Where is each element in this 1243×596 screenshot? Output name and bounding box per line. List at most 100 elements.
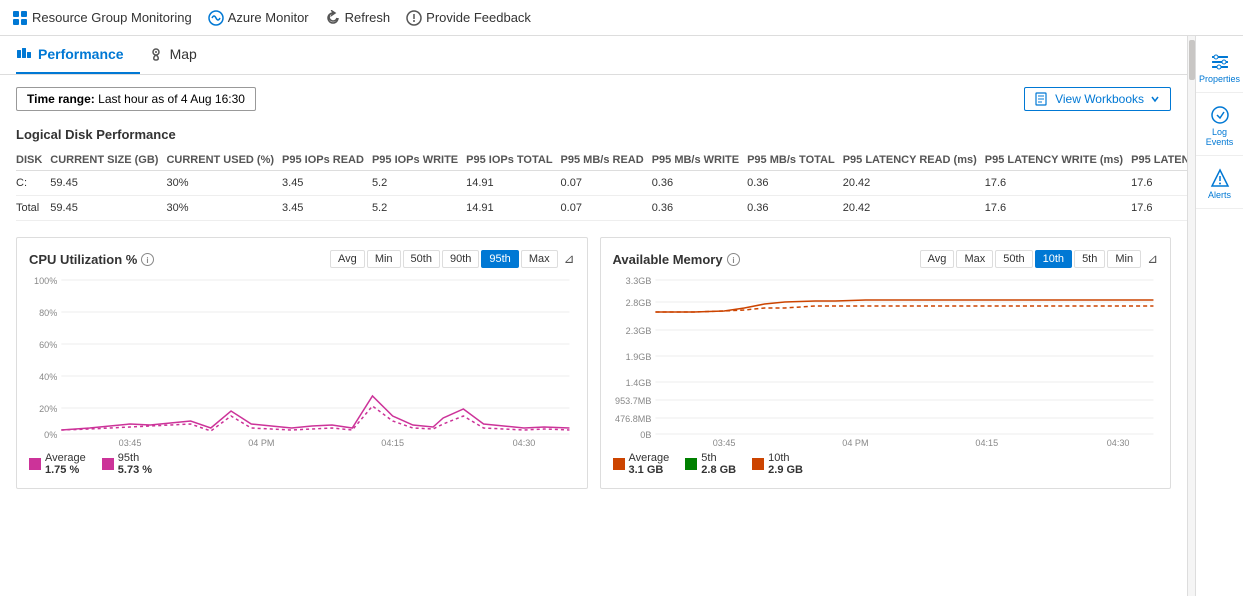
mem-legend-5th-color [685,458,697,470]
svg-text:60%: 60% [39,340,57,350]
cpu-legend-95th-value: 5.73 % [118,464,152,476]
grid-icon [12,10,28,26]
svg-text:04:30: 04:30 [513,438,536,446]
memory-info-icon: i [727,253,740,266]
svg-text:2.8GB: 2.8GB [625,298,651,308]
refresh-icon [325,10,341,26]
content-inner: Time range: Last hour as of 4 Aug 16:30 … [0,75,1187,501]
view-workbooks-button[interactable]: View Workbooks [1024,87,1171,111]
properties-icon [1210,52,1230,72]
cpu-chart-header: CPU Utilization % i Avg Min [29,250,575,268]
azure-monitor-item[interactable]: Azure Monitor [208,10,309,26]
svg-text:i: i [732,256,734,265]
cpu-legend-95th-color [102,458,114,470]
mem-legend-10th-label: 10th [768,452,803,464]
memory-chart-title: Available Memory i [613,252,740,267]
cpu-pin-icon[interactable]: ⊿ [564,251,575,267]
map-icon [148,46,164,62]
svg-text:100%: 100% [34,276,57,286]
tabs-bar: Performance Map [0,36,1187,75]
disk-section-title: Logical Disk Performance [16,127,1171,142]
properties-label: Properties [1199,74,1240,84]
col-lat-write: P95 LATENCY WRITE (ms) [985,150,1131,171]
cpu-info-icon: i [141,253,154,266]
svg-text:i: i [147,256,149,265]
table-cell: 0.36 [747,171,843,196]
cpu-btn-min[interactable]: Min [367,250,401,268]
svg-text:04:30: 04:30 [1106,438,1129,446]
mem-legend-5th: 5th 2.8 GB [685,452,736,476]
table-cell: 30% [166,196,282,221]
mem-btn-50th[interactable]: 50th [995,250,1032,268]
mem-legend-avg: Average 3.1 GB [613,452,670,476]
cpu-legend-avg-color [29,458,41,470]
scrollbar[interactable] [1187,36,1195,596]
table-cell: 5.2 [372,196,466,221]
cpu-btn-90th[interactable]: 90th [442,250,479,268]
mem-btn-avg[interactable]: Avg [920,250,955,268]
table-header-row: DISK CURRENT SIZE (GB) CURRENT USED (%) … [16,150,1187,171]
cpu-btn-avg[interactable]: Avg [330,250,365,268]
mem-legend-5th-value: 2.8 GB [701,464,736,476]
content-area: Performance Map [0,36,1187,596]
cpu-chart-legend: Average 1.75 % 95th 5.73 % [29,452,575,476]
table-cell: 30% [166,171,282,196]
mem-btn-max[interactable]: Max [956,250,993,268]
table-cell: 17.6 [985,196,1131,221]
mem-btn-10th[interactable]: 10th [1035,250,1072,268]
svg-text:1.9GB: 1.9GB [625,352,651,362]
log-events-button[interactable]: Log Events [1196,97,1243,156]
properties-button[interactable]: Properties [1196,44,1243,93]
cpu-btn-95th[interactable]: 95th [481,250,518,268]
table-cell: 0.36 [652,171,747,196]
table-cell: Total [16,196,50,221]
log-events-label: Log Events [1200,127,1239,147]
mem-btn-min[interactable]: Min [1107,250,1141,268]
svg-text:04 PM: 04 PM [842,438,868,446]
col-lat-read: P95 LATENCY READ (ms) [843,150,985,171]
right-sidebar: Properties Log Events Alerts [1195,36,1243,596]
refresh-item[interactable]: Refresh [325,10,391,26]
alerts-icon [1210,168,1230,188]
memory-pin-icon[interactable]: ⊿ [1147,251,1158,267]
cpu-legend-95th-label: 95th [118,452,152,464]
cpu-btn-max[interactable]: Max [521,250,558,268]
svg-text:04:15: 04:15 [975,438,998,446]
charts-row: CPU Utilization % i Avg Min [16,237,1171,489]
view-workbooks-label: View Workbooks [1055,92,1144,106]
svg-text:80%: 80% [39,308,57,318]
svg-text:1.4GB: 1.4GB [625,378,651,388]
cpu-btn-50th[interactable]: 50th [403,250,440,268]
top-bar: Resource Group Monitoring Azure Monitor … [0,0,1243,36]
time-range-text: Time range: Last hour as of 4 Aug 16:30 [27,92,245,106]
table-cell: 3.45 [282,196,372,221]
svg-text:476.8MB: 476.8MB [615,414,651,424]
tab-map-label: Map [170,46,197,62]
table-cell: 5.2 [372,171,466,196]
table-cell: 14.91 [466,196,560,221]
mem-legend-5th-label: 5th [701,452,736,464]
col-lat-total: P95 LATENCY TOTAL (r... [1131,150,1187,171]
table-cell: 20.42 [843,196,985,221]
mem-btn-5th[interactable]: 5th [1074,250,1105,268]
svg-text:04:15: 04:15 [381,438,404,446]
main-container: Performance Map [0,36,1243,596]
cpu-chart-card: CPU Utilization % i Avg Min [16,237,588,489]
tab-performance[interactable]: Performance [16,36,140,74]
svg-text:40%: 40% [39,372,57,382]
table-cell: 3.45 [282,171,372,196]
cpu-chart-area: 100% 80% 60% 40% 20% 0% [29,276,575,446]
time-range-button[interactable]: Time range: Last hour as of 4 Aug 16:30 [16,87,256,111]
svg-text:03:45: 03:45 [119,438,142,446]
resource-group-item[interactable]: Resource Group Monitoring [12,10,192,26]
cpu-chart-title: CPU Utilization % i [29,252,154,267]
feedback-item[interactable]: Provide Feedback [406,10,531,26]
alerts-button[interactable]: Alerts [1196,160,1243,209]
memory-chart-buttons: Avg Max 50th 10th 5th Min [920,250,1141,268]
table-cell: 17.6 [1131,196,1187,221]
table-cell: 0.07 [561,196,652,221]
workbooks-icon [1035,92,1049,106]
table-cell: C: [16,171,50,196]
col-iops-total: P95 IOPs TOTAL [466,150,560,171]
tab-map[interactable]: Map [148,36,213,74]
